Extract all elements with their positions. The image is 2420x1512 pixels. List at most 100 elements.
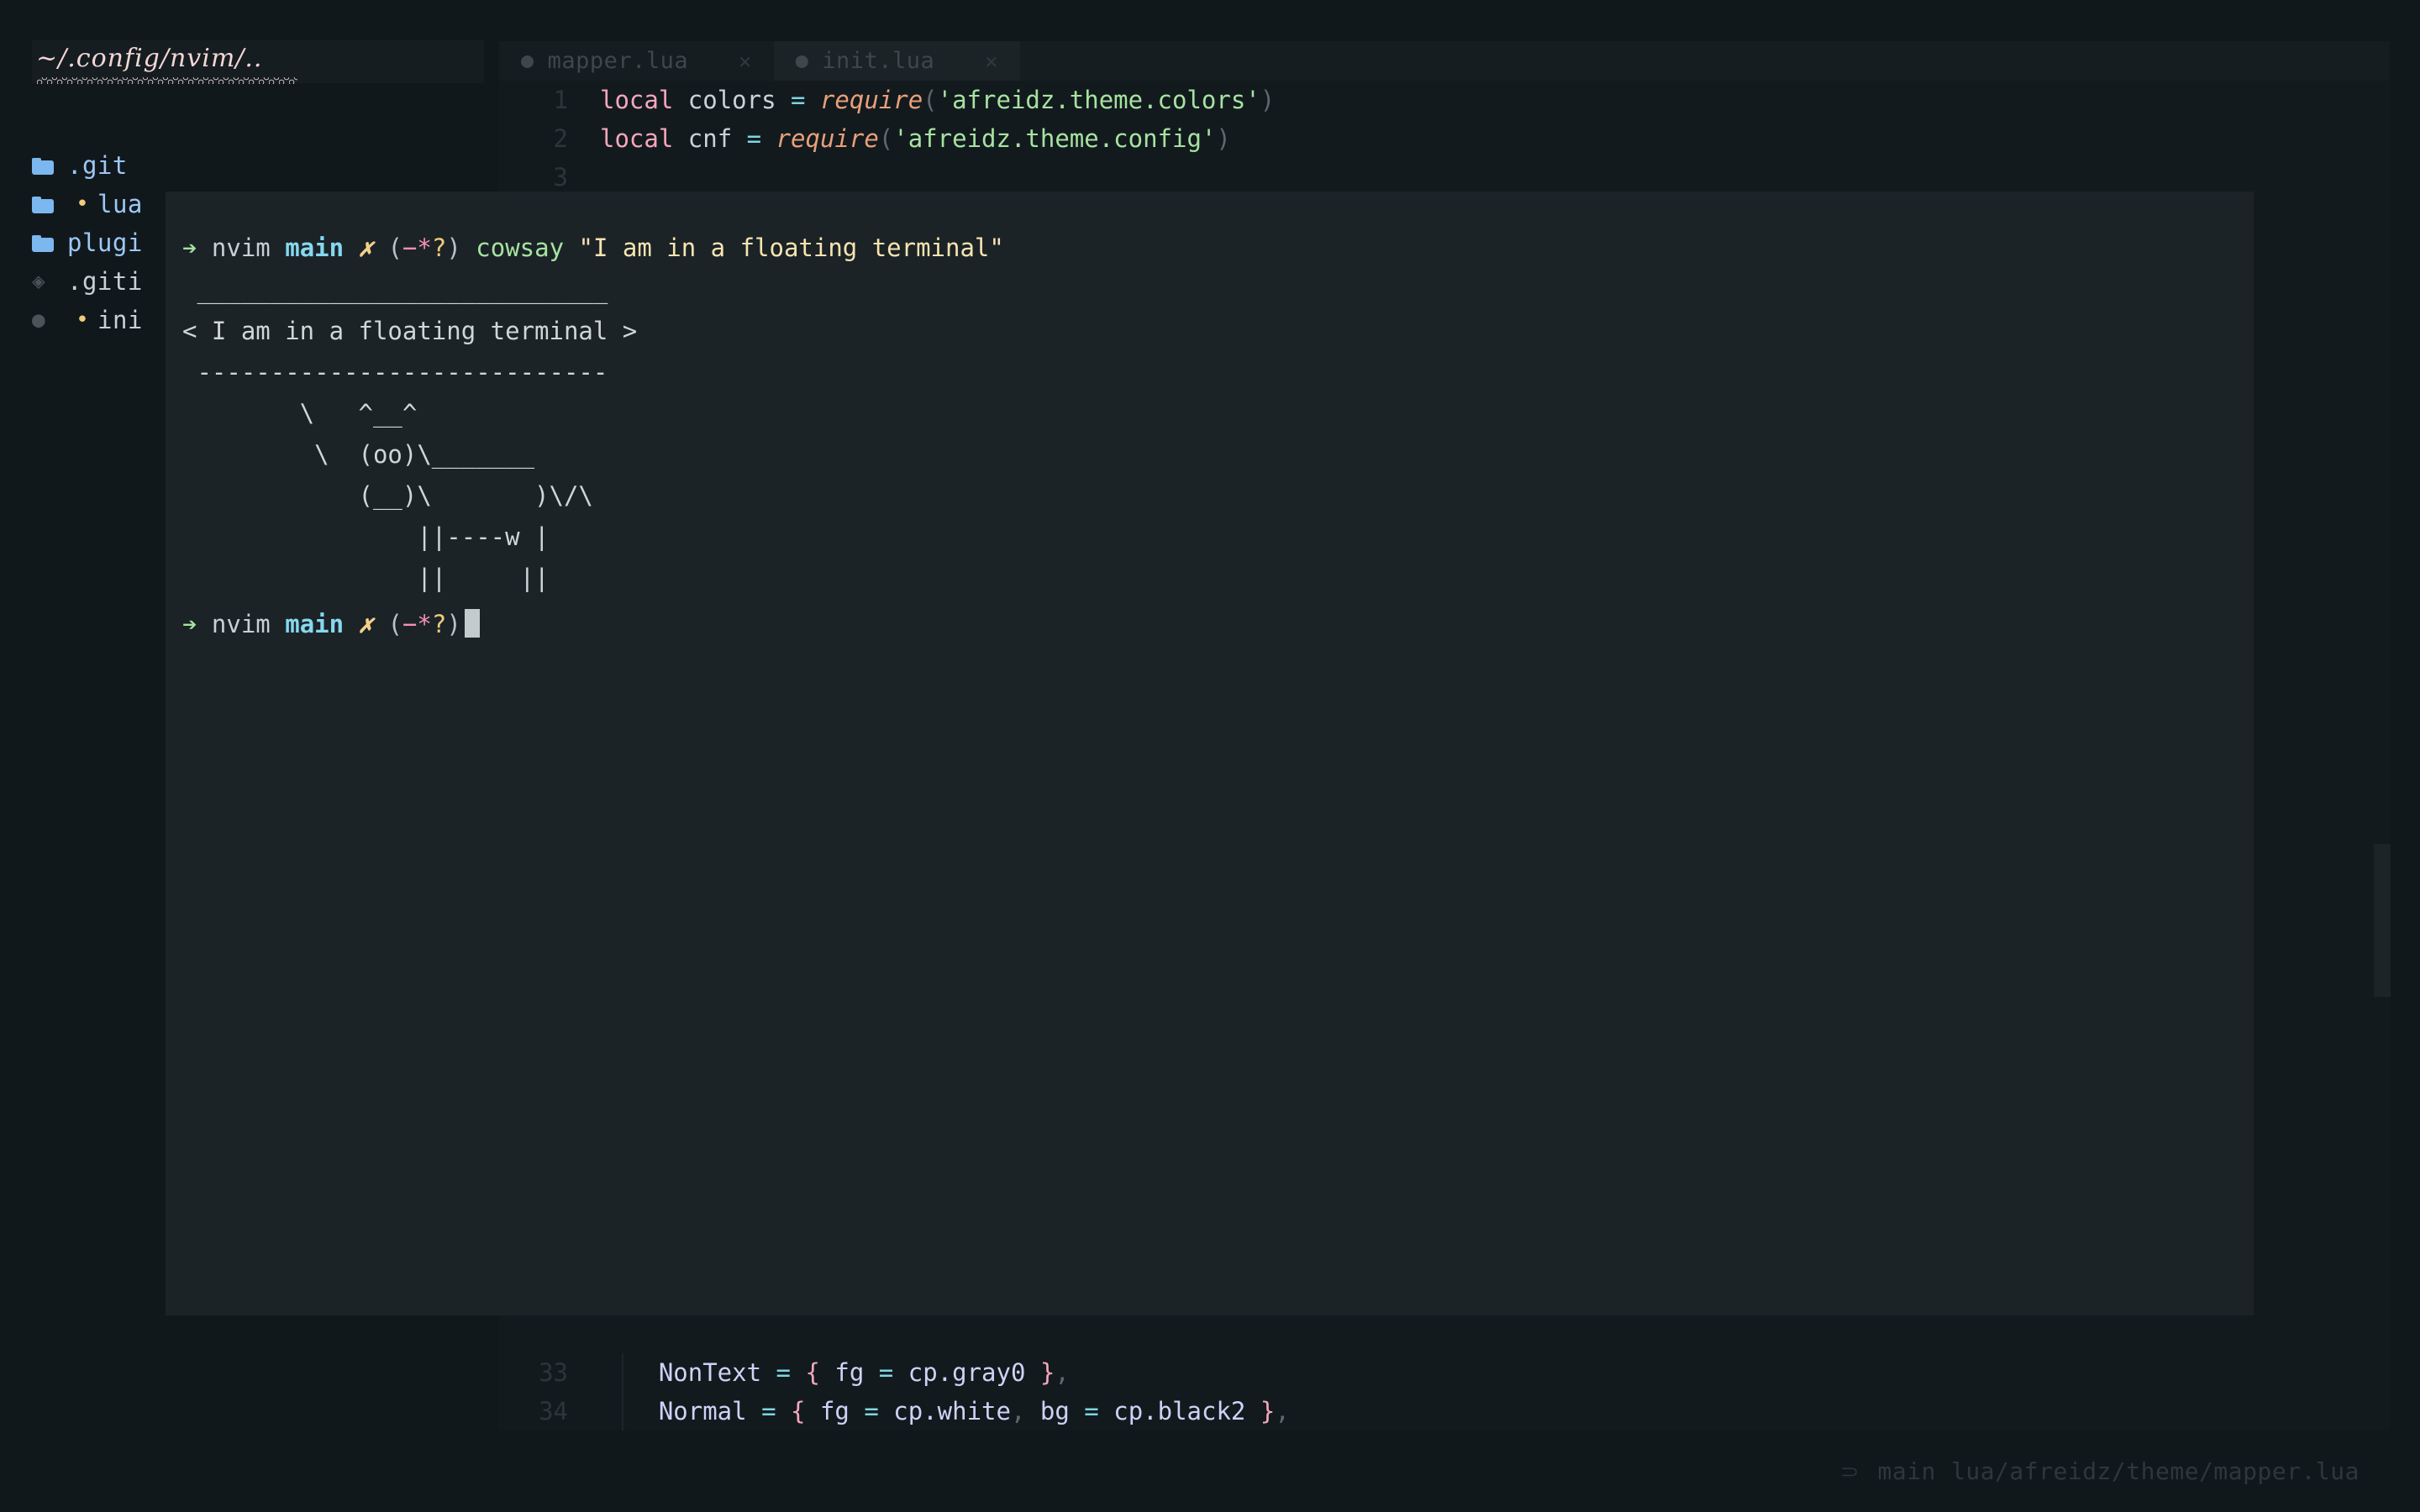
prompt-status-question: ? bbox=[431, 610, 447, 638]
terminal-output-line: ---------------------------- bbox=[182, 358, 608, 386]
terminal-output-line: ||----w | bbox=[182, 522, 550, 551]
modified-dot-icon: • bbox=[76, 192, 89, 217]
code-token: fg bbox=[819, 1397, 850, 1425]
terminal-command-arg: "I am in a floating terminal" bbox=[578, 234, 1004, 262]
editor-scrollbar-thumb[interactable] bbox=[2374, 844, 2391, 997]
lua-icon: ● bbox=[795, 48, 809, 72]
prompt-status-close: ) bbox=[446, 234, 461, 262]
nvim-screen: ● mapper.lua ✕ ● init.lua ✕ 1 local color… bbox=[0, 0, 2420, 1512]
prompt-status-dash: − bbox=[402, 610, 418, 638]
modified-dot-icon: • bbox=[76, 307, 89, 333]
line-number: 33 bbox=[539, 1358, 568, 1387]
prompt-branch: main bbox=[285, 234, 345, 262]
prompt-status-star: * bbox=[417, 610, 432, 638]
lua-icon: ● bbox=[32, 307, 45, 333]
close-icon[interactable]: ✕ bbox=[739, 49, 752, 73]
file-tree-item-ini[interactable]: ● • ini bbox=[32, 301, 143, 339]
tab-mapper-lua[interactable]: ● mapper.lua ✕ bbox=[499, 41, 774, 81]
terminal-output-line: (__)\ )\/\ bbox=[182, 481, 593, 510]
file-tree-root-path-label: ~/.config/nvim/.. bbox=[36, 44, 263, 73]
statusline: ⸧ main lua/afreidz/theme/mapper.lua bbox=[499, 1431, 2390, 1512]
code-line: 1 local colors = require('afreidz.theme.c… bbox=[499, 81, 2390, 119]
code-token: } bbox=[1039, 1358, 1055, 1387]
file-tree-item-label: .giti bbox=[67, 267, 143, 296]
code-token: { bbox=[791, 1397, 806, 1425]
code-token: , bbox=[1055, 1358, 1070, 1387]
prompt-status-open: ( bbox=[387, 610, 402, 638]
code-token: ( bbox=[878, 124, 894, 153]
code-token: } bbox=[1260, 1397, 1276, 1425]
prompt-status-close: ) bbox=[446, 610, 461, 638]
terminal-command-line: ➔ nvim main ✗ (−*?) cowsay "I am in a fl… bbox=[182, 228, 1004, 267]
git-icon: ◈ bbox=[32, 269, 45, 294]
file-tree-item-label: ini bbox=[97, 306, 143, 334]
code-token: ) bbox=[1260, 86, 1276, 114]
code-token: cp.gray0 bbox=[908, 1358, 1026, 1387]
prompt-arrow-icon: ➔ bbox=[182, 610, 197, 638]
prompt-branch: main bbox=[285, 610, 345, 638]
code-token: bg bbox=[1039, 1397, 1070, 1425]
statusline-filepath: lua/afreidz/theme/mapper.lua bbox=[1950, 1457, 2360, 1485]
terminal-output-line: < I am in a floating terminal > bbox=[182, 317, 638, 345]
close-icon[interactable]: ✕ bbox=[985, 49, 998, 73]
terminal-command: cowsay bbox=[476, 234, 565, 262]
code-line: 33 NonText = { fg = cp.gray0 }, bbox=[499, 1353, 2390, 1392]
underline-squiggle bbox=[37, 77, 297, 84]
terminal-output-line: ____________________________ bbox=[182, 276, 608, 304]
prompt-dirty-icon: ✗ bbox=[358, 234, 374, 262]
code-token: ) bbox=[1216, 124, 1231, 153]
code-line-text: Normal = { fg = cp.white, bg = cp.black2… bbox=[600, 1392, 1290, 1431]
code-token: cp.black2 bbox=[1113, 1397, 1246, 1425]
file-tree-item-dot-git[interactable]: .git bbox=[32, 146, 128, 185]
code-token: = bbox=[746, 124, 762, 153]
code-line-text: local cnf = require('afreidz.theme.confi… bbox=[600, 119, 1231, 158]
code-token: ( bbox=[923, 86, 938, 114]
file-tree-item-label: .git bbox=[67, 151, 128, 180]
file-tree-root-path[interactable]: ~/.config/nvim/.. bbox=[32, 40, 484, 84]
floating-terminal[interactable]: ➔ nvim main ✗ (−*?) cowsay "I am in a fl… bbox=[166, 192, 2254, 1315]
code-token: 'afreidz.theme.colors' bbox=[937, 86, 1260, 114]
code-lines-bottom: 33 NonText = { fg = cp.gray0 }, 34 Normal… bbox=[499, 1353, 2390, 1431]
terminal-prompt-line[interactable]: ➔ nvim main ✗ (−*?) bbox=[182, 605, 480, 643]
code-token: = bbox=[1084, 1397, 1099, 1425]
prompt-status-star: * bbox=[417, 234, 432, 262]
terminal-output-line: \ (oo)\_______ bbox=[182, 440, 535, 469]
code-token: require bbox=[776, 124, 879, 153]
statusline-branch: main bbox=[1877, 1457, 1936, 1485]
gutter-divider bbox=[622, 1353, 623, 1431]
code-token: local bbox=[600, 86, 674, 114]
tabline: ● mapper.lua ✕ ● init.lua ✕ bbox=[499, 41, 2390, 81]
code-token: , bbox=[1275, 1397, 1290, 1425]
prompt-dirty-icon: ✗ bbox=[358, 610, 374, 638]
code-token: 'afreidz.theme.config' bbox=[893, 124, 1217, 153]
file-tree-item-dot-giti[interactable]: ◈ .giti bbox=[32, 262, 143, 301]
code-token: fg bbox=[834, 1358, 865, 1387]
tab-init-lua[interactable]: ● init.lua ✕ bbox=[773, 41, 1020, 81]
terminal-cursor bbox=[464, 609, 480, 638]
file-tree-item-plugi[interactable]: plugi bbox=[32, 223, 143, 262]
file-tree-item-label: lua bbox=[97, 190, 143, 218]
code-lines-top: 1 local colors = require('afreidz.theme.c… bbox=[499, 81, 2390, 197]
file-tree-item-lua[interactable]: • lua bbox=[32, 185, 143, 223]
